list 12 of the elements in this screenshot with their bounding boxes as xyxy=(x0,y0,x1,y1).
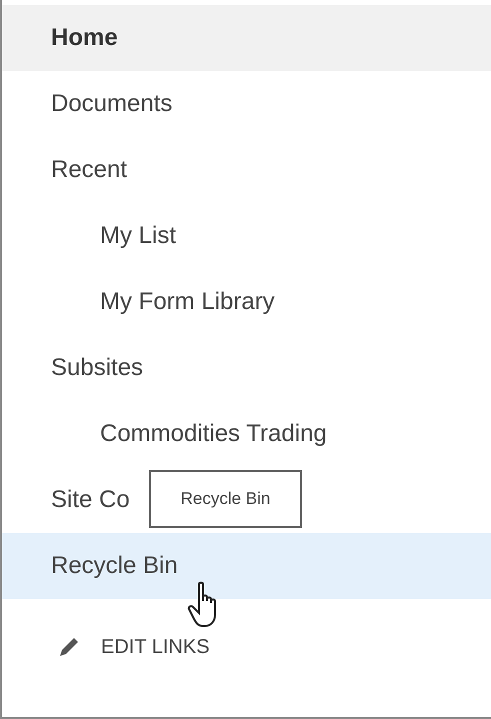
tooltip: Recycle Bin xyxy=(149,470,302,528)
nav-link[interactable]: Subsites xyxy=(51,350,144,386)
nav-link[interactable]: Recent xyxy=(51,152,128,188)
nav-link[interactable]: Commodities Trading xyxy=(100,416,327,452)
nav-link[interactable]: Recycle Bin xyxy=(51,548,178,584)
nav-link[interactable]: Site Co xyxy=(51,482,130,518)
edit-links-link[interactable]: EDIT LINKS xyxy=(101,632,210,662)
pencil-icon xyxy=(57,635,81,659)
nav-link[interactable]: My List xyxy=(100,218,176,254)
nav-link[interactable]: Documents xyxy=(51,86,172,122)
nav-link[interactable]: Home xyxy=(51,20,118,56)
nav-link[interactable]: My Form Library xyxy=(100,284,275,320)
